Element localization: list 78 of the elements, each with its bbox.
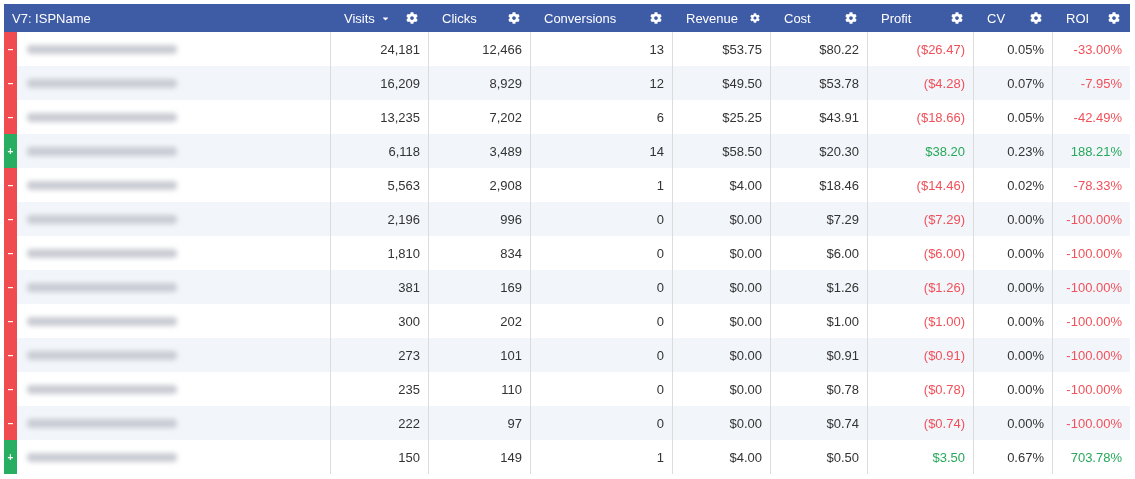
table-cell: 14 [530,134,672,168]
settings-icon[interactable] [845,12,857,24]
settings-icon[interactable] [650,12,662,24]
column-header[interactable]: Revenue [672,4,770,32]
column-header[interactable]: CV [973,4,1052,32]
settings-icon[interactable] [406,12,418,24]
table-cell: $49.50 [672,66,770,100]
table-cell: $0.00 [672,406,770,440]
table-cell: 16,209 [330,66,428,100]
table-cell: 996 [428,202,530,236]
table-cell: 222 [330,406,428,440]
table-cell: ($7.29) [867,202,973,236]
table-cell: ($1.26) [867,270,973,304]
trend-marker[interactable]: – [4,372,17,406]
table-cell: 273 [330,338,428,372]
settings-icon[interactable] [1108,12,1120,24]
table-cell: 0 [530,270,672,304]
column-header[interactable]: Profit [867,4,973,32]
table-cell: $0.00 [672,202,770,236]
trend-marker[interactable]: – [4,338,17,372]
trend-marker[interactable]: – [4,202,17,236]
table-cell: ($4.28) [867,66,973,100]
table-cell: 0 [530,338,672,372]
table-cell: 97 [428,406,530,440]
table-cell: 0.00% [973,406,1052,440]
table-cell: 381 [330,270,428,304]
table-cell: $0.00 [672,270,770,304]
table-cell: 2,196 [330,202,428,236]
table-cell: $58.50 [672,134,770,168]
table-cell: 8,929 [428,66,530,100]
trend-marker[interactable]: – [4,32,17,66]
table-cell: $0.74 [770,406,867,440]
trend-marker[interactable]: – [4,270,17,304]
table-cell: 188.21% [1052,134,1130,168]
table-cell: 0.00% [973,202,1052,236]
table-cell: 0 [530,202,672,236]
table-cell: 0.07% [973,66,1052,100]
column-header[interactable]: Clicks [428,4,530,32]
column-header[interactable]: V7: ISPName [4,4,330,32]
trend-marker[interactable]: – [4,304,17,338]
trend-marker[interactable]: – [4,168,17,202]
column-header[interactable]: Cost [770,4,867,32]
table-cell: $20.30 [770,134,867,168]
table-cell: 0.23% [973,134,1052,168]
table-cell: 0 [530,406,672,440]
table-cell: $38.20 [867,134,973,168]
table-cell: $0.00 [672,338,770,372]
table-cell: ($0.91) [867,338,973,372]
table-cell: -100.00% [1052,270,1130,304]
settings-icon[interactable] [1030,12,1042,24]
settings-icon[interactable] [508,12,520,24]
trend-marker[interactable]: – [4,406,17,440]
table-cell: ($0.74) [867,406,973,440]
trend-marker[interactable]: – [4,66,17,100]
column-header[interactable]: Conversions [530,4,672,32]
table-cell: 0.00% [973,338,1052,372]
trend-marker[interactable]: + [4,134,17,168]
table-cell: -100.00% [1052,202,1130,236]
table-cell: 3,489 [428,134,530,168]
table-cell: $0.91 [770,338,867,372]
trend-marker[interactable]: – [4,100,17,134]
trend-marker[interactable]: + [4,440,17,474]
column-header[interactable]: Visits [330,4,428,32]
trend-marker[interactable]: – [4,236,17,270]
settings-icon[interactable] [951,12,963,24]
column-header[interactable]: ROI [1052,4,1130,32]
table-cell: 12 [530,66,672,100]
settings-icon[interactable] [750,12,760,24]
table-cell: -100.00% [1052,338,1130,372]
table-cell: $7.29 [770,202,867,236]
table-cell: $1.26 [770,270,867,304]
table-cell: 169 [428,270,530,304]
table-cell: 101 [428,338,530,372]
table-cell: 6,118 [330,134,428,168]
table-cell: -100.00% [1052,406,1130,440]
table-cell: 0.00% [973,270,1052,304]
table-cell: $53.78 [770,66,867,100]
table-cell: -7.95% [1052,66,1130,100]
